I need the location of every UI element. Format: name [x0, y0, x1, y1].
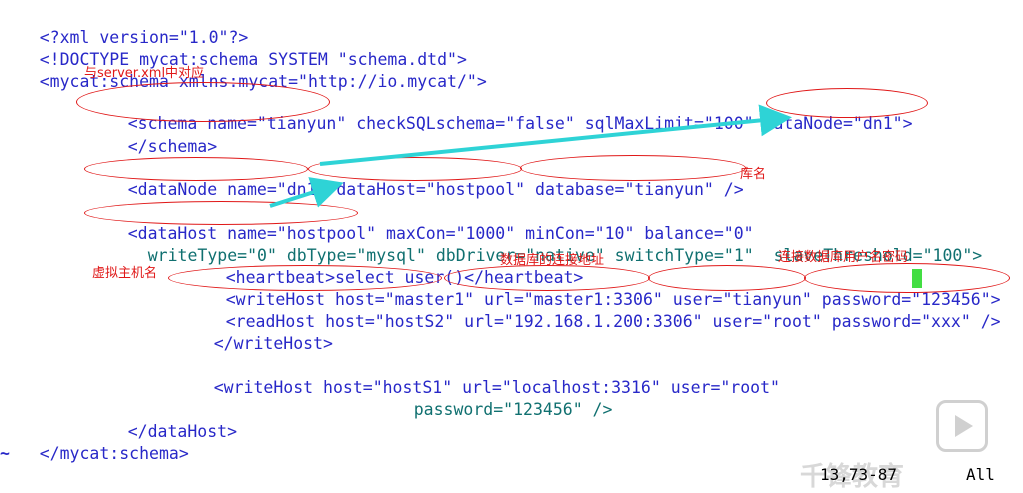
cursor-position: 13,73-87: [820, 465, 898, 484]
play-icon: [936, 400, 988, 452]
arrow-datahost-to-datanode: [269, 177, 344, 208]
cursor: [912, 269, 922, 288]
annotation-db-user-pass: 连接数据库用户名密码: [778, 250, 909, 265]
annotation-virtual-host: 虚拟主机名: [92, 266, 158, 281]
annotation-server-xml: 与server.xml中对应: [84, 66, 205, 81]
annotation-db-name: 库名: [740, 167, 767, 182]
scroll-indicator: All: [966, 465, 995, 484]
annotation-db-address: 数据库的连接地址: [500, 253, 605, 268]
arrow-datanode-to-schema: [319, 104, 792, 166]
